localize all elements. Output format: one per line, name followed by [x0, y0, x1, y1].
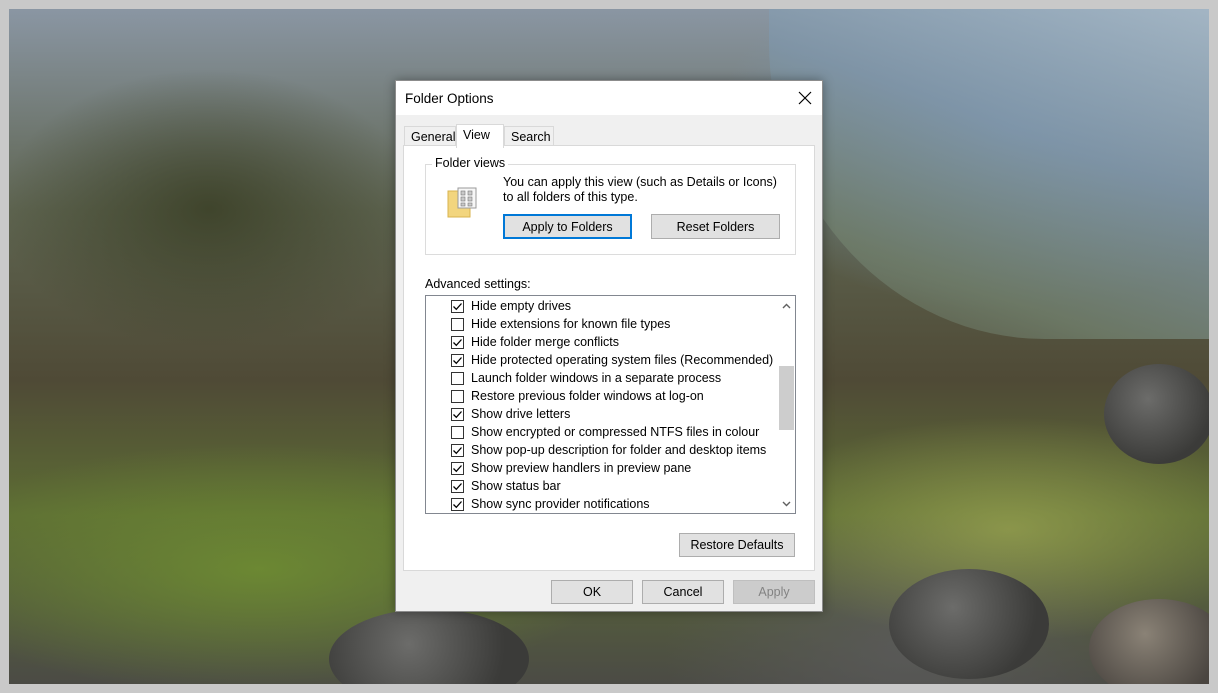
button-label: OK: [582, 585, 602, 599]
setting-checkbox[interactable]: [451, 317, 464, 331]
setting-item[interactable]: Show sync provider notifications: [451, 495, 650, 513]
setting-checkbox[interactable]: [451, 461, 464, 475]
setting-checkbox[interactable]: [451, 335, 464, 349]
setting-item[interactable]: Show drive letters: [451, 405, 570, 423]
setting-checkbox[interactable]: [451, 497, 464, 511]
setting-label: Launch folder windows in a separate proc…: [471, 371, 722, 385]
chevron-down-icon: [782, 501, 791, 506]
setting-item[interactable]: Hide folder merge conflicts: [451, 333, 619, 351]
scroll-up-button[interactable]: [778, 297, 795, 314]
ok-button[interactable]: OK: [551, 580, 633, 604]
setting-checkbox[interactable]: [451, 371, 464, 385]
folder-views-label: Folder views: [432, 156, 509, 170]
wallpaper-mountain: [769, 9, 1209, 339]
setting-item[interactable]: Launch folder windows in a separate proc…: [451, 369, 721, 387]
check-icon: [453, 356, 462, 364]
apply-to-folders-button[interactable]: Apply to Folders: [503, 214, 632, 239]
setting-label: Hide extensions for known file types: [471, 317, 671, 331]
check-icon: [453, 464, 462, 472]
setting-checkbox[interactable]: [451, 299, 464, 313]
wallpaper-rock: [329, 609, 529, 684]
setting-checkbox[interactable]: [451, 443, 464, 457]
folder-views-description: You can apply this view (such as Details…: [503, 175, 777, 204]
wallpaper-rock: [1104, 364, 1209, 464]
setting-checkbox[interactable]: [451, 353, 464, 367]
setting-label: Show sync provider notifications: [471, 497, 650, 511]
setting-label: Hide protected operating system files (R…: [471, 353, 774, 367]
check-icon: [453, 500, 462, 508]
setting-checkbox[interactable]: [451, 407, 464, 421]
advanced-settings-label: Advanced settings:: [425, 277, 531, 291]
setting-label: Show preview handlers in preview pane: [471, 461, 692, 475]
setting-label: Show pop-up description for folder and d…: [471, 443, 767, 457]
check-icon: [453, 302, 462, 310]
setting-item[interactable]: Hide protected operating system files (R…: [451, 351, 773, 369]
scroll-down-button[interactable]: [778, 495, 795, 512]
scroll-thumb[interactable]: [779, 366, 794, 430]
apply-button[interactable]: Apply: [733, 580, 815, 604]
dialog-title: Folder Options: [405, 91, 494, 106]
setting-checkbox[interactable]: [451, 479, 464, 493]
folder-view-icon: [447, 187, 477, 218]
tab-label: View: [463, 128, 490, 142]
vertical-scrollbar[interactable]: [778, 296, 795, 513]
setting-item[interactable]: Show preview handlers in preview pane: [451, 459, 691, 477]
reset-folders-button[interactable]: Reset Folders: [651, 214, 780, 239]
setting-item[interactable]: Hide extensions for known file types: [451, 315, 670, 333]
button-label: Apply: [758, 585, 790, 599]
button-label: Cancel: [663, 585, 703, 599]
tab-general[interactable]: General: [404, 126, 456, 146]
tab-label: Search: [511, 130, 551, 144]
setting-label: Show encrypted or compressed NTFS files …: [471, 425, 760, 439]
chevron-up-icon: [782, 303, 791, 308]
folder-views-group: Folder views You can apply this view (su…: [425, 156, 796, 255]
restore-defaults-button[interactable]: Restore Defaults: [679, 533, 795, 557]
check-icon: [453, 410, 462, 418]
wallpaper-rock: [889, 569, 1049, 679]
cancel-button[interactable]: Cancel: [642, 580, 724, 604]
tab-view[interactable]: View: [456, 124, 504, 148]
button-label: Apply to Folders: [522, 219, 613, 234]
folder-options-dialog: Folder Options General View Search Folde…: [395, 80, 823, 612]
check-icon: [453, 446, 462, 454]
setting-label: Show drive letters: [471, 407, 571, 421]
check-icon: [453, 338, 462, 346]
setting-label: Restore previous folder windows at log-o…: [471, 389, 704, 403]
setting-item[interactable]: Restore previous folder windows at log-o…: [451, 387, 704, 405]
button-label: Reset Folders: [676, 219, 755, 234]
tab-label: General: [411, 130, 456, 144]
title-bar: Folder Options: [396, 81, 822, 115]
advanced-settings-list[interactable]: Hide empty drives Hide extensions for kno…: [425, 295, 796, 514]
setting-item[interactable]: Hide empty drives: [451, 297, 571, 315]
close-button[interactable]: [788, 81, 822, 115]
tab-search[interactable]: Search: [504, 126, 554, 146]
close-icon: [798, 91, 812, 105]
setting-checkbox[interactable]: [451, 389, 464, 403]
setting-label: Hide folder merge conflicts: [471, 335, 619, 349]
button-label: Restore Defaults: [690, 538, 784, 552]
check-icon: [453, 482, 462, 490]
setting-item[interactable]: Show status bar: [451, 477, 561, 495]
setting-item[interactable]: Show encrypted or compressed NTFS files …: [451, 423, 759, 441]
setting-label: Show status bar: [471, 479, 561, 493]
setting-item[interactable]: Show pop-up description for folder and d…: [451, 441, 766, 459]
setting-label: Hide empty drives: [471, 299, 572, 313]
view-tab-panel: Folder views You can apply this view (su…: [403, 145, 815, 571]
setting-checkbox[interactable]: [451, 425, 464, 439]
wallpaper-rock: [1089, 599, 1209, 684]
